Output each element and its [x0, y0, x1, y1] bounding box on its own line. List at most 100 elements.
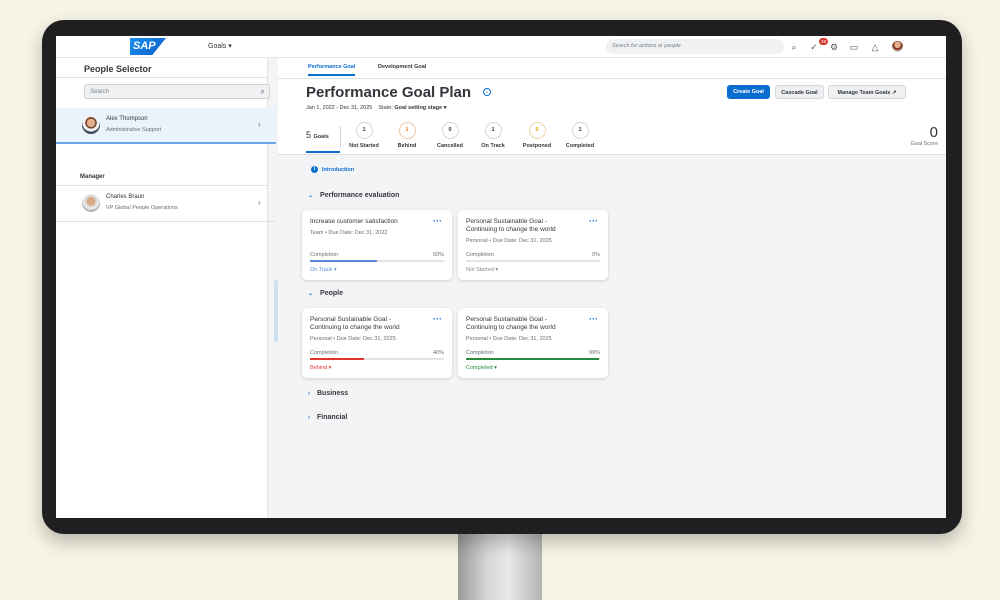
goals-menu[interactable]: Goals ▾	[208, 42, 232, 50]
goal-title: Personal Sustainable Goal - Continuing t…	[466, 316, 556, 331]
status-label: On Track	[481, 143, 505, 149]
notifications-check-icon[interactable]: ✓	[808, 41, 820, 53]
goals-total[interactable]: 5 Goals	[306, 130, 329, 140]
chevron-right-icon: ›	[308, 391, 310, 397]
cascade-goal-button[interactable]: Cascade Goal	[775, 85, 824, 99]
goal-score-label: Goal Score	[910, 141, 938, 147]
goal-status[interactable]: Behind ▾	[310, 365, 331, 371]
section-performance-evaluation[interactable]: ⌄ Performance evaluation	[308, 192, 399, 199]
goal-status[interactable]: Not Started ▾	[466, 267, 498, 273]
people-search-placeholder: Search	[90, 89, 110, 95]
completion-percent: 99%	[588, 350, 600, 356]
people-search-input[interactable]: Search ⌕	[84, 84, 270, 99]
date-range: Jan 1, 2022 - Dec 31, 2025	[306, 105, 373, 111]
progress-track	[466, 358, 600, 360]
more-options-icon[interactable]: ···	[589, 314, 598, 324]
apps-icon[interactable]: ▭	[848, 41, 860, 53]
completion-label: Completion	[466, 252, 494, 258]
status-count: 1	[355, 122, 373, 139]
progress-fill	[466, 358, 599, 360]
section-financial[interactable]: › Financial	[308, 414, 347, 421]
completion-label: Completion	[310, 350, 338, 356]
manager-role: VP Global People Operations	[106, 205, 178, 211]
completion-label: Completion	[466, 350, 494, 356]
chevron-down-icon[interactable]: ⌄	[483, 88, 491, 96]
goal-card[interactable]: Personal Sustainable Goal - Continuing t…	[458, 308, 608, 378]
completion-label: Completion	[310, 252, 338, 258]
goals-total-underline	[306, 151, 340, 153]
progress-fill	[310, 260, 377, 262]
progress-track	[310, 358, 444, 360]
goal-status[interactable]: Completed ▾	[466, 365, 497, 371]
goal-plan-header: Performance Goal Development Goal Perfor…	[278, 58, 946, 155]
bell-icon[interactable]: △	[869, 41, 881, 53]
goal-card[interactable]: Personal Sustainable Goal - Continuing t…	[458, 210, 608, 280]
tab-performance-goal[interactable]: Performance Goal	[308, 64, 356, 76]
state-label: State:	[378, 105, 393, 111]
goals-label: Goals	[313, 134, 329, 140]
search-icon[interactable]: ⌕	[788, 41, 800, 53]
search-icon[interactable]: ⌕	[261, 87, 265, 97]
chevron-right-icon: ›	[308, 415, 310, 421]
progress-fill	[310, 358, 364, 360]
more-options-icon[interactable]: ···	[589, 216, 598, 226]
manager-label: Manager	[80, 174, 105, 180]
progress-track	[466, 260, 600, 262]
status-count: 1	[398, 122, 416, 139]
global-search-input[interactable]: Search for actions or people	[606, 39, 784, 54]
goal-score-value: 0	[929, 124, 938, 141]
divider	[56, 77, 268, 78]
panel-collapse-handle[interactable]	[274, 280, 278, 342]
introduction-label: Introduction	[322, 166, 355, 173]
completion-percent: 50%	[432, 252, 444, 258]
manage-team-goals-button[interactable]: Manage Team Goals ↗	[828, 85, 906, 99]
goal-meta: Personal • Due Date: Dec 31, 2025	[310, 336, 396, 342]
people-selector-panel: People Selector Search ⌕ Alex Thompson A…	[56, 58, 276, 518]
manager-name: Charles Braun	[106, 194, 145, 200]
more-options-icon[interactable]: ···	[433, 216, 442, 226]
shell-bar: SAP Goals ▾ Search for actions or people…	[56, 36, 946, 58]
chevron-down-icon: ⌄	[308, 291, 314, 297]
section-people[interactable]: ⌄ People	[308, 290, 343, 297]
section-business[interactable]: › Business	[308, 390, 348, 397]
page-title: Performance Goal Plan	[306, 84, 472, 101]
status-count: 1	[571, 122, 589, 139]
goal-title: Personal Sustainable Goal - Continuing t…	[310, 316, 400, 331]
settings-icon[interactable]: ⚙	[828, 41, 840, 53]
manager-item[interactable]: Charles Braun VP Global People Operation…	[56, 186, 276, 222]
progress-track	[310, 260, 444, 262]
goals-count: 5	[306, 130, 312, 140]
goal-status[interactable]: On Track ▾	[310, 267, 337, 273]
create-goal-button[interactable]: Create Goal	[727, 85, 770, 99]
chevron-right-icon: ›	[258, 120, 261, 129]
goal-card[interactable]: Personal Sustainable Goal - Continuing t…	[302, 308, 452, 378]
section-title: Business	[317, 390, 349, 397]
people-selector-title: People Selector	[84, 64, 152, 74]
info-icon: i	[311, 166, 318, 173]
chevron-right-icon: ›	[258, 198, 261, 207]
goal-card[interactable]: Increase customer satisfaction ··· Team …	[302, 210, 452, 280]
user-avatar[interactable]	[892, 41, 903, 52]
section-title: Financial	[317, 414, 348, 421]
goal-score: 0 Goal Score	[910, 124, 938, 147]
completion-percent: 0%	[592, 252, 600, 258]
status-count: 1	[484, 122, 502, 139]
section-title: People	[320, 290, 343, 297]
tab-development-goal[interactable]: Development Goal	[378, 64, 426, 74]
goal-meta: Personal • Due Date: Dec 31, 2025	[466, 238, 552, 244]
status-completed[interactable]: 1 Completed	[555, 122, 605, 149]
state-select[interactable]: Goal setting stage ▾	[394, 105, 446, 111]
plan-subline: Jan 1, 2022 - Dec 31, 2025 State: Goal s…	[306, 105, 446, 111]
app-screen: SAP Goals ▾ Search for actions or people…	[56, 36, 946, 518]
status-count: 0	[528, 122, 546, 139]
notification-badge: 48	[819, 38, 829, 45]
more-options-icon[interactable]: ···	[433, 314, 442, 324]
goal-title: Increase customer satisfaction	[310, 218, 398, 225]
person-item-selected[interactable]: Alex Thompson Administrative Support ›	[56, 108, 276, 144]
goal-meta: Personal • Due Date: Dec 31, 2025	[466, 336, 552, 342]
avatar	[82, 116, 100, 134]
introduction-link[interactable]: i Introduction	[311, 166, 354, 173]
sap-logo[interactable]: SAP	[130, 38, 166, 55]
divider	[278, 78, 946, 79]
status-on-track[interactable]: 1 On Track	[468, 122, 518, 149]
